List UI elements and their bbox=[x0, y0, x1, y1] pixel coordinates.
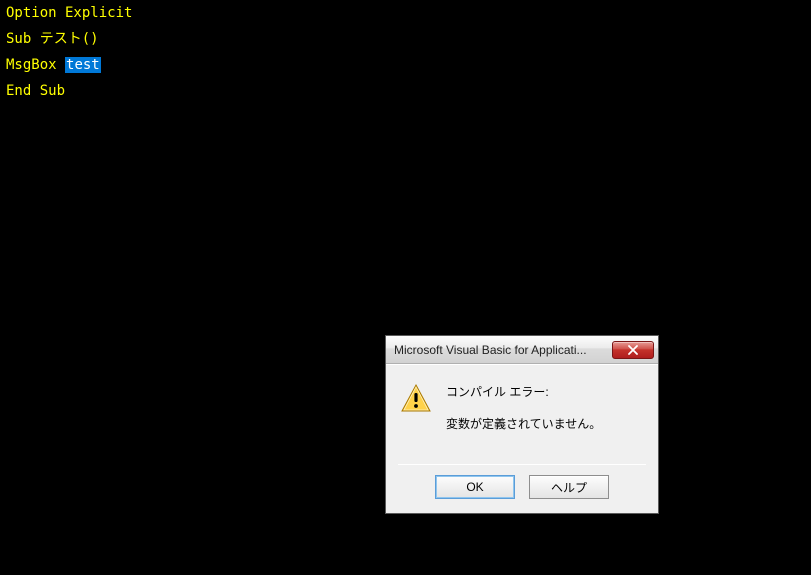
ok-button[interactable]: OK bbox=[435, 475, 515, 499]
close-icon bbox=[627, 345, 639, 355]
highlighted-variable: test bbox=[65, 57, 101, 73]
keyword-option-explicit: Option Explicit bbox=[6, 5, 132, 21]
error-message: 変数が定義されていません。 bbox=[446, 415, 644, 433]
close-button[interactable] bbox=[612, 341, 654, 359]
keyword-msgbox: MsgBox bbox=[6, 57, 65, 73]
sub-name: テスト() bbox=[31, 31, 98, 47]
dialog-body: コンパイル エラー: 変数が定義されていません。 bbox=[386, 364, 658, 464]
dialog-titlebar[interactable]: Microsoft Visual Basic for Applicati... bbox=[386, 336, 658, 364]
code-line: End Sub bbox=[6, 82, 805, 100]
error-type: コンパイル エラー: bbox=[446, 383, 644, 401]
dialog-buttons: OK ヘルプ bbox=[386, 465, 658, 513]
code-line: Option Explicit bbox=[6, 4, 805, 22]
error-dialog: Microsoft Visual Basic for Applicati... … bbox=[385, 335, 659, 514]
dialog-title: Microsoft Visual Basic for Applicati... bbox=[394, 343, 612, 357]
dialog-text: コンパイル エラー: 変数が定義されていません。 bbox=[446, 383, 644, 452]
code-line: MsgBox test bbox=[6, 56, 805, 74]
keyword-sub: Sub bbox=[6, 31, 31, 47]
help-button[interactable]: ヘルプ bbox=[529, 475, 609, 499]
code-line: Sub テスト() bbox=[6, 30, 805, 48]
code-editor[interactable]: Option Explicit Sub テスト() MsgBox test En… bbox=[0, 0, 811, 112]
keyword-end-sub: End Sub bbox=[6, 83, 65, 99]
warning-icon bbox=[400, 383, 432, 415]
